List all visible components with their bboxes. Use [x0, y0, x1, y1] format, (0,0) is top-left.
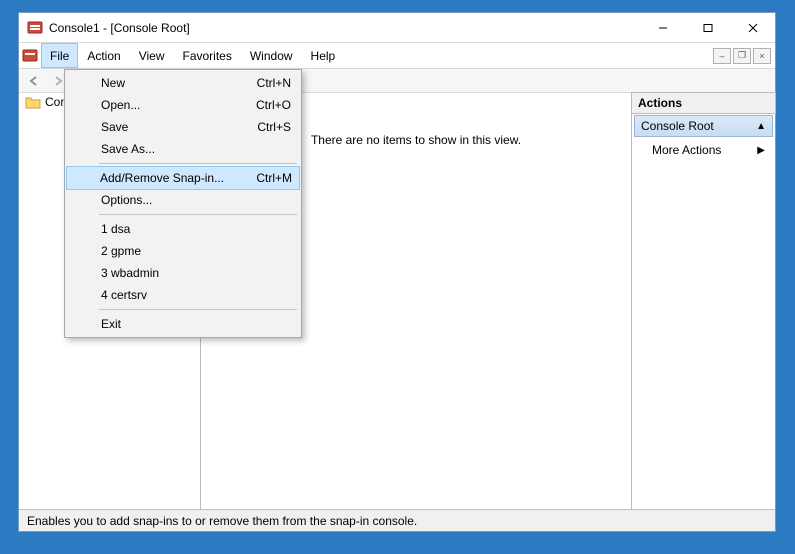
- actions-pane: Actions Console Root ▲ More Actions ▶: [632, 93, 775, 509]
- menu-item-add-remove-label: Add/Remove Snap-in...: [100, 171, 224, 185]
- collapse-caret-icon: ▲: [756, 121, 766, 132]
- close-button[interactable]: [730, 13, 775, 42]
- menu-item-recent-2-label: 2 gpme: [101, 244, 141, 258]
- mmc-window: Console1 - [Console Root] File Action Vi…: [18, 12, 776, 532]
- folder-icon: [25, 95, 41, 109]
- document-icon: [19, 43, 41, 68]
- menu-item-add-remove-shortcut: Ctrl+M: [256, 171, 292, 185]
- menu-help[interactable]: Help: [302, 43, 345, 68]
- menu-item-open-label: Open...: [101, 98, 140, 112]
- actions-group-header[interactable]: Console Root ▲: [634, 115, 773, 137]
- menu-item-recent-1-label: 1 dsa: [101, 222, 130, 236]
- menu-window-label: Window: [250, 49, 293, 63]
- menu-item-new-label: New: [101, 76, 125, 90]
- menu-file[interactable]: File: [41, 43, 78, 68]
- mdi-minimize-button[interactable]: –: [713, 48, 731, 64]
- mdi-window-controls: – ❐ ×: [713, 43, 775, 68]
- window-title: Console1 - [Console Root]: [49, 21, 190, 35]
- back-button[interactable]: [23, 71, 45, 91]
- menu-item-open-shortcut: Ctrl+O: [256, 98, 291, 112]
- submenu-arrow-icon: ▶: [757, 145, 765, 156]
- menu-item-recent-2[interactable]: 2 gpme: [67, 240, 299, 262]
- actions-more-actions[interactable]: More Actions ▶: [632, 137, 775, 163]
- file-menu-dropdown: New Ctrl+N Open... Ctrl+O Save Ctrl+S Sa…: [64, 69, 302, 338]
- menu-separator: [99, 214, 297, 215]
- menu-item-save[interactable]: Save Ctrl+S: [67, 116, 299, 138]
- more-actions-label: More Actions: [652, 143, 721, 157]
- menu-item-options-label: Options...: [101, 193, 152, 207]
- menu-item-new[interactable]: New Ctrl+N: [67, 72, 299, 94]
- menu-separator: [99, 309, 297, 310]
- statusbar: Enables you to add snap-ins to or remove…: [19, 509, 775, 531]
- menu-item-open[interactable]: Open... Ctrl+O: [67, 94, 299, 116]
- menu-item-save-as[interactable]: Save As...: [67, 138, 299, 160]
- menu-item-recent-3-label: 3 wbadmin: [101, 266, 159, 280]
- menu-item-save-as-label: Save As...: [101, 142, 155, 156]
- menubar: File Action View Favorites Window Help –…: [19, 43, 775, 69]
- menu-view[interactable]: View: [130, 43, 174, 68]
- menu-item-new-shortcut: Ctrl+N: [257, 76, 291, 90]
- menu-favorites[interactable]: Favorites: [174, 43, 241, 68]
- minimize-button[interactable]: [640, 13, 685, 42]
- statusbar-text: Enables you to add snap-ins to or remove…: [27, 514, 417, 528]
- menu-item-save-label: Save: [101, 120, 128, 134]
- menu-file-label: File: [50, 49, 69, 63]
- menu-item-add-remove-snapin[interactable]: Add/Remove Snap-in... Ctrl+M: [66, 166, 300, 190]
- menu-view-label: View: [139, 49, 165, 63]
- menu-action-label: Action: [87, 49, 120, 63]
- menu-item-recent-3[interactable]: 3 wbadmin: [67, 262, 299, 284]
- titlebar: Console1 - [Console Root]: [19, 13, 775, 43]
- actions-group-label: Console Root: [641, 119, 714, 133]
- menu-item-exit-label: Exit: [101, 317, 121, 331]
- menu-separator: [99, 163, 297, 164]
- menu-window[interactable]: Window: [241, 43, 302, 68]
- maximize-button[interactable]: [685, 13, 730, 42]
- mmc-app-icon: [27, 20, 43, 36]
- actions-pane-header: Actions: [631, 92, 776, 114]
- menu-action[interactable]: Action: [78, 43, 129, 68]
- menu-item-recent-1[interactable]: 1 dsa: [67, 218, 299, 240]
- menu-favorites-label: Favorites: [183, 49, 232, 63]
- mdi-restore-button[interactable]: ❐: [733, 48, 751, 64]
- menu-item-recent-4-label: 4 certsrv: [101, 288, 147, 302]
- menu-item-recent-4[interactable]: 4 certsrv: [67, 284, 299, 306]
- menu-item-exit[interactable]: Exit: [67, 313, 299, 335]
- menu-item-options[interactable]: Options...: [67, 189, 299, 211]
- menu-help-label: Help: [311, 49, 336, 63]
- mdi-close-button[interactable]: ×: [753, 48, 771, 64]
- menu-item-save-shortcut: Ctrl+S: [257, 120, 291, 134]
